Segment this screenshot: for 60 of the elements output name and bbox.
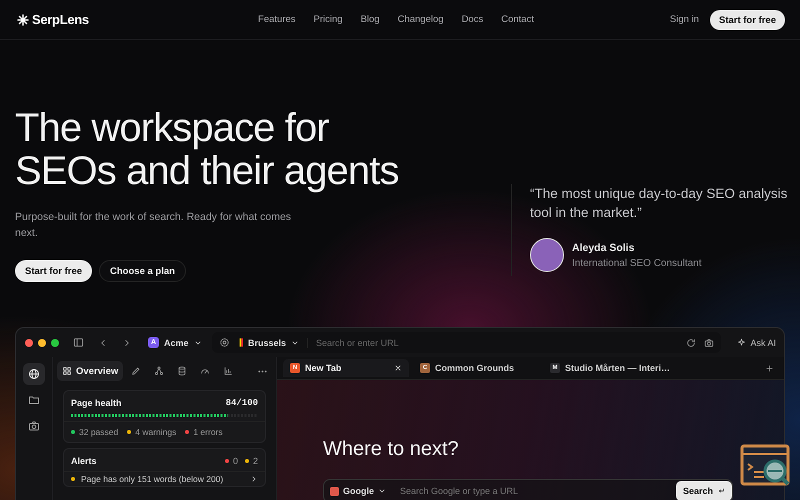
grid-icon [62,366,72,376]
start-button[interactable]: Start for free [710,10,785,30]
window-zoom-button[interactable] [51,338,59,346]
avatar [530,238,564,272]
location-name[interactable]: Brussels [248,338,286,348]
search-button[interactable]: Search [676,481,732,500]
search-field[interactable]: Google Search Google or type a URL Search [323,479,733,500]
reload-icon[interactable] [686,338,696,348]
nav-link[interactable]: Changelog [398,14,444,25]
plus-icon[interactable] [765,364,774,372]
card-title: Alerts [71,456,97,466]
database-icon [177,366,188,376]
workspace-name[interactable]: Acme [164,338,189,348]
new-tab-heading: Where to next? [323,438,460,461]
start-button[interactable]: Start for free [15,260,92,282]
alert-count: 2 [252,456,258,466]
health-score: 84/100 [226,398,258,408]
brand-name[interactable]: SerpLens [32,12,89,27]
hero-subtitle: Purpose-built for the work of search. Ready for what comes next. [15,210,292,241]
window-minimize-button[interactable] [38,338,46,346]
nodes-icon [154,366,164,376]
stat-label: 32 passed [79,427,118,437]
bar-chart-icon [223,366,234,376]
close-icon[interactable] [394,364,402,372]
alert-text[interactable]: Page has only 151 words (below 200) [81,474,244,484]
stat-label: 4 warnings [135,427,176,437]
chevron-right-icon [250,475,258,483]
sidebar-icon[interactable] [73,337,84,348]
folder-icon [28,394,40,406]
nav-link[interactable]: Blog [360,14,380,25]
camera-icon [28,420,40,432]
choose-plan-button[interactable]: Choose a plan [99,260,186,282]
enter-icon [717,487,725,495]
camera-icon[interactable] [704,338,714,348]
logo-icon [17,14,29,26]
engine-icon [330,486,339,496]
search-placeholder: Search Google or type a URL [400,486,520,496]
nav-link[interactable]: Features [258,14,296,25]
nav-link[interactable]: Docs [462,14,484,25]
testimonial-quote: “The most unique day-to-day SEO analysis tool in the market.” [530,185,788,222]
stat-label: 1 errors [193,427,223,437]
engine-name[interactable]: Google [343,486,374,496]
ask-ai-button[interactable]: Ask AI [750,338,776,348]
alert-count: 0 [232,456,238,466]
settings-icon[interactable] [219,337,230,348]
sign-in-link[interactable]: Sign in [670,14,699,25]
rail-button[interactable] [23,363,45,385]
hero-title: The workspace for SEOs and their agents [15,107,400,193]
window-close-button[interactable] [25,338,33,346]
author-name: Aleyda Solis [572,242,636,254]
pen-icon [131,366,142,376]
globe-icon [28,368,40,380]
overview-tab[interactable]: Overview [57,361,124,381]
sparkle-icon [737,338,746,347]
chevron-down-icon [378,487,386,495]
author-role: International SEO Consultant [572,258,702,268]
flag-icon [238,338,243,347]
nav-link[interactable]: Pricing [314,14,343,25]
card-title: Page health [71,398,122,408]
nav-link[interactable]: Contact [501,14,534,25]
